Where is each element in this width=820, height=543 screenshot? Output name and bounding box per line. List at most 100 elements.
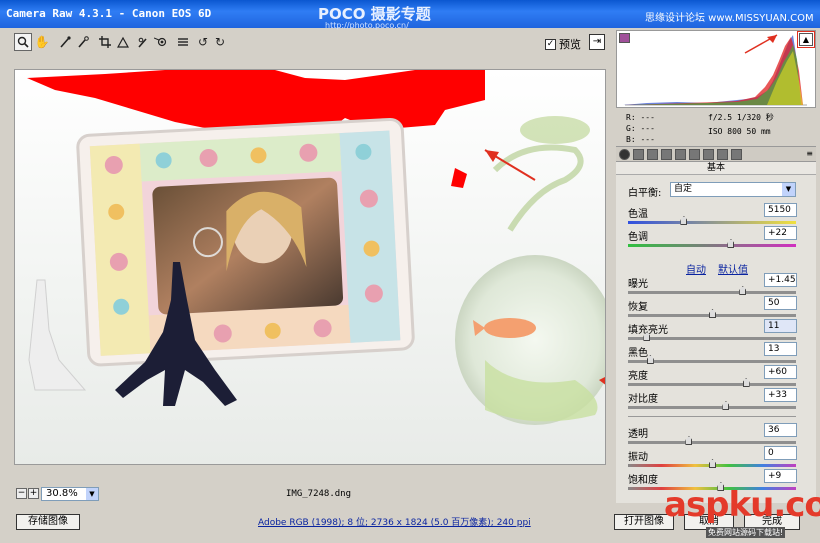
contrast-label: 对比度 <box>628 394 658 405</box>
preview-check-icon[interactable]: ✓ <box>545 38 556 50</box>
contrast-slider-thumb[interactable] <box>722 401 730 410</box>
white-balance-value: 自定 <box>674 184 693 194</box>
photo-canvas <box>15 70 605 464</box>
crop-icon[interactable] <box>96 33 114 51</box>
exposure-slider-thumb[interactable] <box>739 286 747 295</box>
vibrance-label: 振动 <box>628 452 648 463</box>
blacks-label: 黑色 <box>628 348 648 359</box>
camera-raw-window: Camera Raw 4.3.1 - Canon EOS 6D POCO 摄影专… <box>0 0 820 543</box>
image-preview[interactable] <box>14 69 606 465</box>
exposure-field[interactable]: +1.45 <box>764 273 797 287</box>
zoom-in-button[interactable]: + <box>28 488 39 499</box>
zoom-icon[interactable] <box>14 33 32 51</box>
panel-tabs: ≡ <box>616 146 816 162</box>
title-bar: Camera Raw 4.3.1 - Canon EOS 6D POCO 摄影专… <box>0 0 820 30</box>
clarity-slider[interactable] <box>628 436 796 445</box>
tab-basic[interactable] <box>619 149 630 160</box>
histogram-graph <box>623 34 807 106</box>
fullscreen-button[interactable]: ⇥ <box>589 34 605 50</box>
aspku-watermark-caption: 免费网站源码下载站! <box>706 527 786 538</box>
chevron-down-icon[interactable]: ▼ <box>782 183 795 196</box>
status-bar: − + 30.8% ▼ IMG_7248.dng <box>8 485 612 503</box>
chevron-down-icon[interactable]: ▼ <box>86 488 98 500</box>
forum-watermark: 思缘设计论坛 www.MISSYUAN.COM <box>645 13 814 24</box>
list-icon[interactable] <box>174 33 192 51</box>
toolbar: ✋ ↺ ↻ ✓ 预览 ⇥ <box>8 30 612 54</box>
temperature-slider-thumb[interactable] <box>680 216 688 225</box>
tint-slider[interactable] <box>628 239 796 248</box>
white-balance-icon[interactable] <box>56 33 74 51</box>
contrast-slider[interactable] <box>628 401 796 410</box>
plant-leaf <box>520 116 590 144</box>
tint-label: 色调 <box>628 232 648 243</box>
exposure-slider[interactable] <box>628 286 796 295</box>
brightness-label: 亮度 <box>628 371 648 382</box>
tab-split-toning[interactable] <box>675 149 686 160</box>
fill-light-slider[interactable] <box>628 332 796 341</box>
recovery-slider[interactable] <box>628 309 796 318</box>
clarity-field[interactable]: 36 <box>764 423 797 437</box>
rotate-right-icon[interactable]: ↻ <box>211 33 229 51</box>
vibrance-slider-thumb[interactable] <box>709 459 716 468</box>
recovery-field[interactable]: 50 <box>764 296 797 310</box>
temperature-slider[interactable] <box>628 216 796 225</box>
file-name: IMG_7248.dng <box>286 489 352 499</box>
recovery-label: 恢复 <box>628 302 648 313</box>
red-eye-icon[interactable] <box>152 33 170 51</box>
straighten-icon[interactable] <box>114 33 132 51</box>
clarity-label: 透明 <box>628 429 648 440</box>
clarity-slider-thumb[interactable] <box>685 436 693 445</box>
fill-light-field[interactable]: 11 <box>764 319 797 333</box>
zoom-value: 30.8% <box>46 488 78 499</box>
preview-checkbox[interactable]: ✓ 预览 <box>545 36 581 52</box>
tab-camera-calibration[interactable] <box>703 149 714 160</box>
blacks-slider[interactable] <box>628 355 796 364</box>
temperature-label: 色温 <box>628 209 648 220</box>
zoom-select[interactable]: 30.8% ▼ <box>41 487 99 501</box>
recovery-slider-thumb[interactable] <box>709 309 716 318</box>
color-sampler-icon[interactable] <box>74 33 92 51</box>
retouch-icon[interactable] <box>134 33 152 51</box>
photo-frame <box>76 117 415 367</box>
vibrance-field[interactable]: 0 <box>764 446 797 460</box>
tab-lens[interactable] <box>689 149 700 160</box>
tab-snapshots[interactable] <box>731 149 742 160</box>
tint-field[interactable]: +22 <box>764 226 797 240</box>
saturation-label: 饱和度 <box>628 475 658 486</box>
blue-readout: B: --- <box>626 135 655 144</box>
brightness-field[interactable]: +60 <box>764 365 797 379</box>
rotate-left-icon[interactable]: ↺ <box>194 33 212 51</box>
exposure-label: 曝光 <box>628 279 648 290</box>
panel-menu-icon[interactable]: ≡ <box>806 149 813 158</box>
tint-slider-thumb[interactable] <box>727 239 735 248</box>
vibrance-slider[interactable] <box>628 459 796 468</box>
basic-panel: 白平衡: 自定 ▼ 色温 5150 色调 +22 自动 默认值 曝光 +1.45… <box>616 175 816 503</box>
exposure-info: f/2.5 1/320 秒 <box>708 113 774 122</box>
auto-link[interactable]: 自动 <box>686 261 706 276</box>
preview-label: 预览 <box>559 38 581 51</box>
aspku-watermark: aspku.com <box>664 485 820 525</box>
tab-presets[interactable] <box>717 149 728 160</box>
zoom-out-button[interactable]: − <box>16 488 27 499</box>
default-link[interactable]: 默认值 <box>718 261 748 276</box>
temperature-field[interactable]: 5150 <box>764 203 797 217</box>
brightness-slider-thumb[interactable] <box>742 378 750 387</box>
saturation-field[interactable]: +9 <box>764 469 797 483</box>
iso-info: ISO 800 50 mm <box>708 127 771 136</box>
right-panel: ▲ R: --- G: --- B: --- f/2.5 1/320 秒 ISO… <box>614 28 820 503</box>
white-balance-select[interactable]: 自定 ▼ <box>670 182 796 197</box>
brightness-slider[interactable] <box>628 378 796 387</box>
bottom-bar: 存储图像 Adobe RGB (1998); 8 位; 2736 x 1824 … <box>0 485 820 543</box>
section-divider <box>628 416 796 417</box>
contrast-field[interactable]: +33 <box>764 388 797 402</box>
tab-detail[interactable] <box>647 149 658 160</box>
tab-hsl[interactable] <box>661 149 672 160</box>
workflow-options-link[interactable]: Adobe RGB (1998); 8 位; 2736 x 1824 (5.0 … <box>258 515 531 528</box>
blacks-field[interactable]: 13 <box>764 342 797 356</box>
poco-watermark-url: http://photo.poco.cn/ <box>325 21 409 30</box>
save-image-button[interactable]: 存储图像 <box>16 514 80 530</box>
goldfish <box>484 318 536 338</box>
panel-title: 基本 <box>616 162 816 175</box>
hand-icon[interactable]: ✋ <box>33 33 51 51</box>
tab-tone-curve[interactable] <box>633 149 644 160</box>
